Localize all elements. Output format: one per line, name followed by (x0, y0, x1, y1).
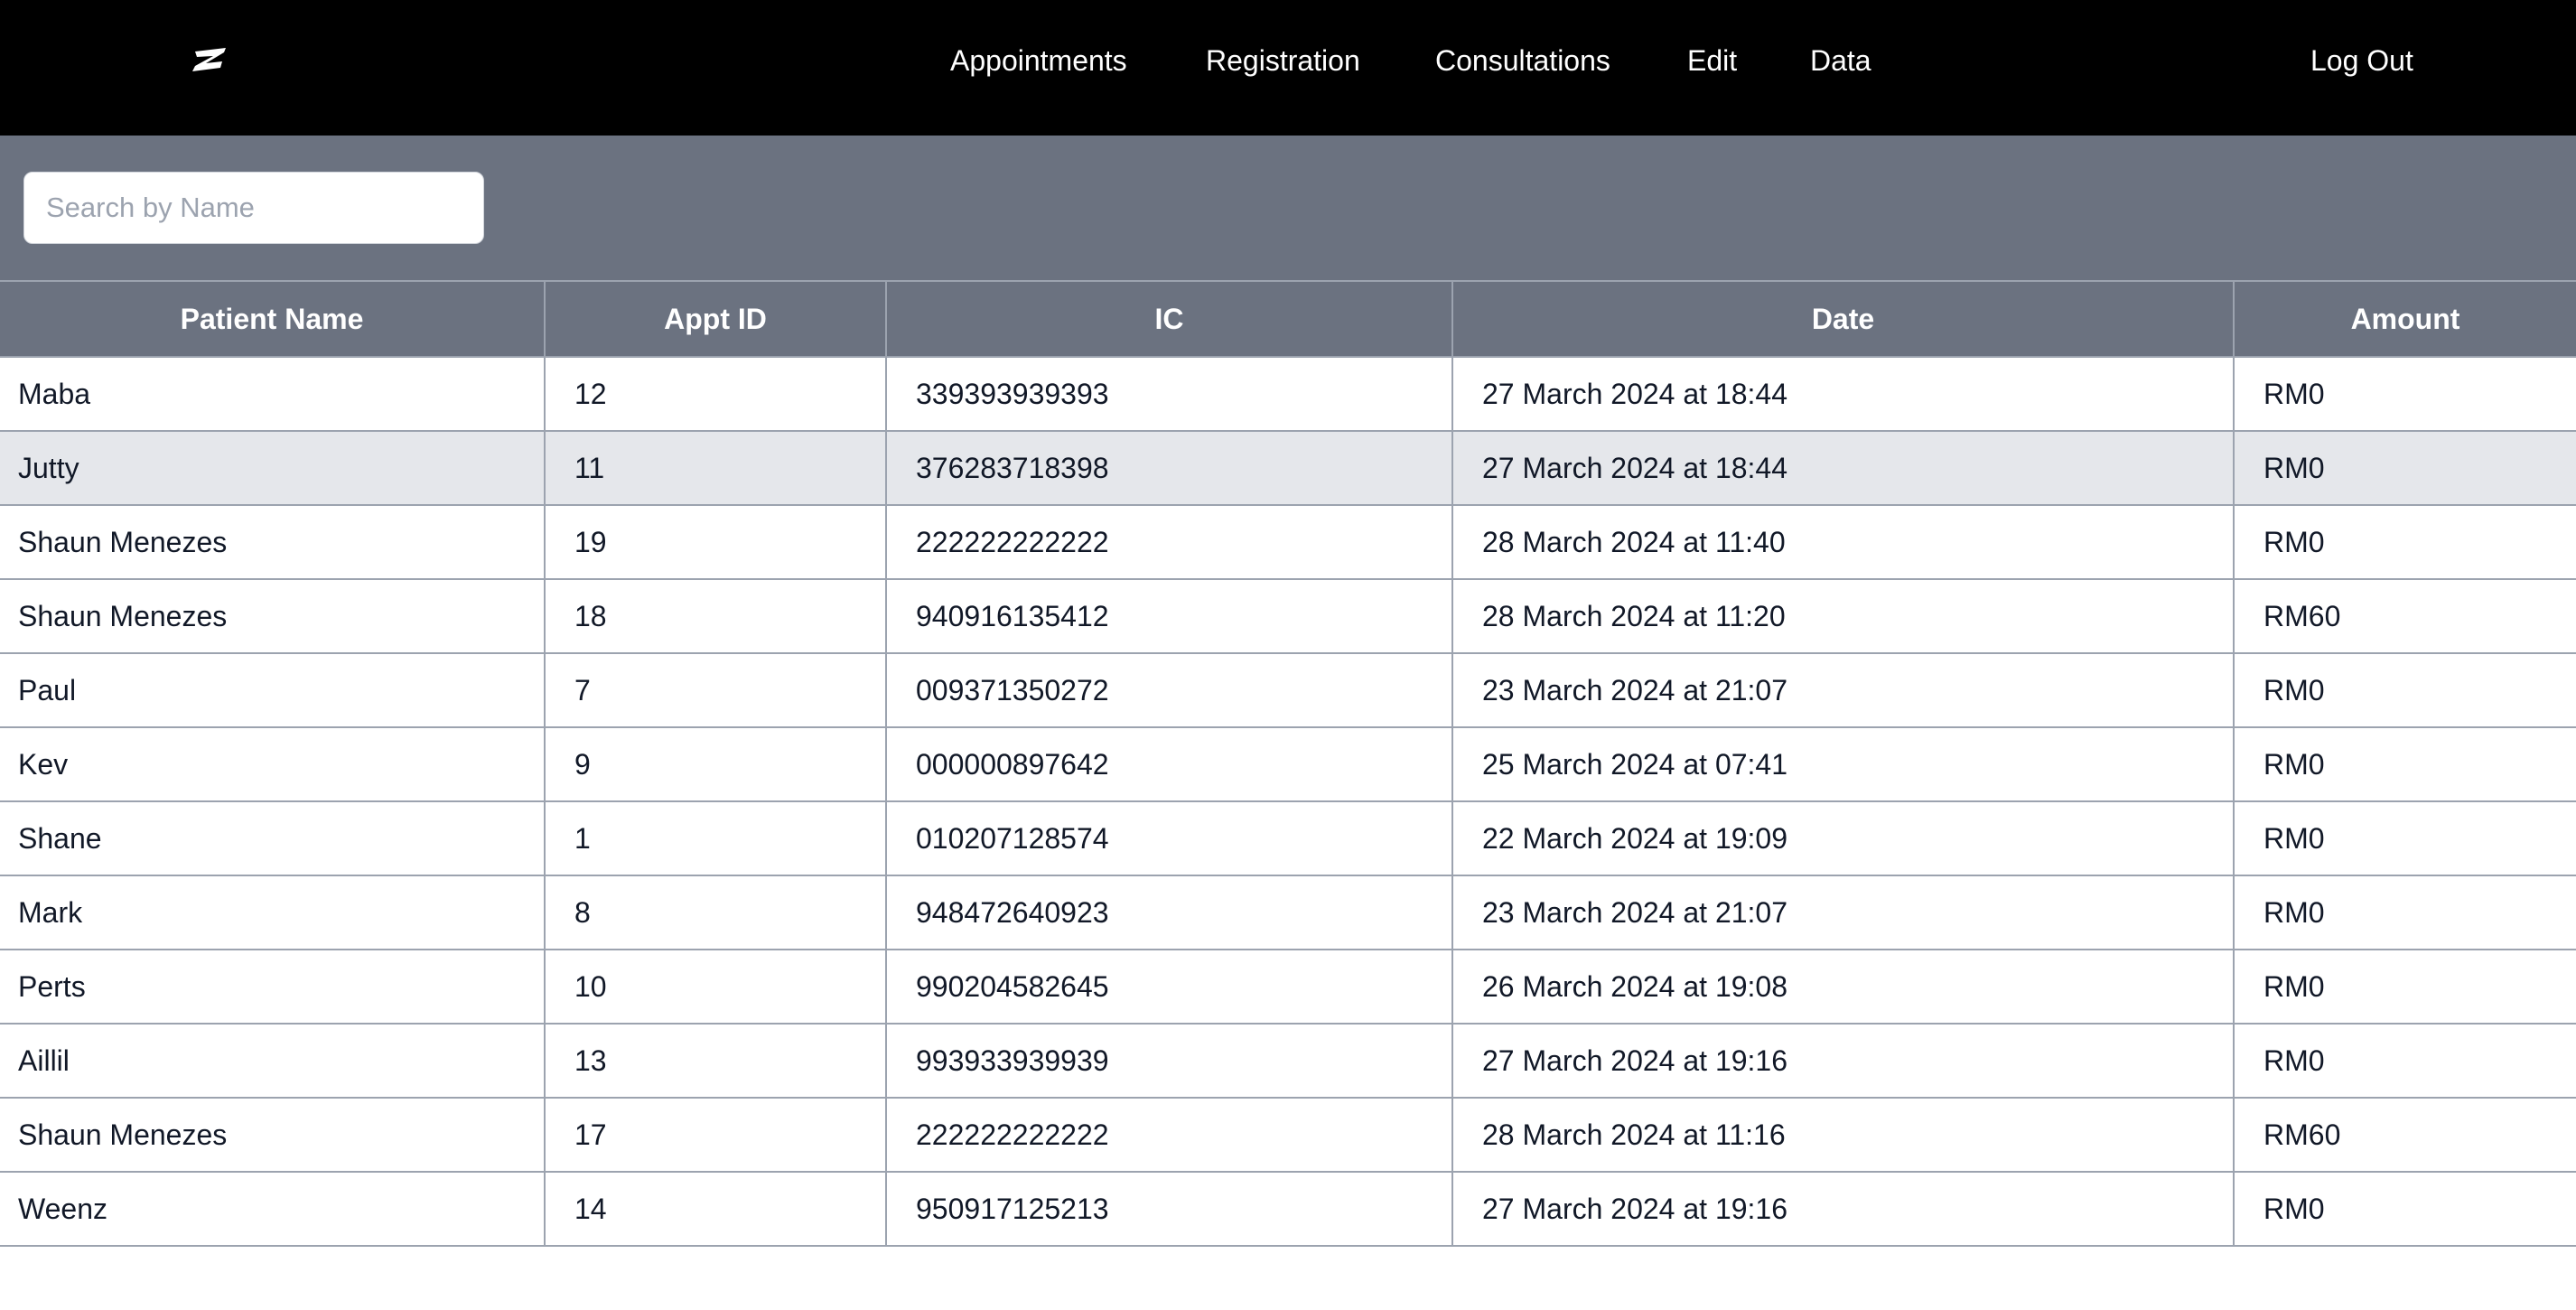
table-row[interactable]: Jutty 11 376283718398 27 March 2024 at 18:4… (0, 430, 2576, 506)
column-header-amount[interactable]: Amount (2233, 280, 2576, 358)
search-toolbar (0, 136, 2576, 280)
cell-date: 25 March 2024 at 07:41 (1451, 726, 2235, 802)
nav-link-registration[interactable]: Registration (1206, 0, 1360, 121)
column-header-date[interactable]: Date (1451, 280, 2235, 358)
cell-amount: RM0 (2233, 430, 2576, 506)
cell-ic: 990204582645 (885, 949, 1453, 1025)
cell-date: 27 March 2024 at 18:44 (1451, 356, 2235, 432)
column-header-patient-name[interactable]: Patient Name (0, 280, 546, 358)
logout-button[interactable]: Log Out (2310, 0, 2413, 121)
table-row[interactable]: Paul 7 009371350272 23 March 2024 at 21:07 R… (0, 652, 2576, 728)
cell-ic: 993933939939 (885, 1023, 1453, 1099)
cell-amount: RM60 (2233, 1097, 2576, 1173)
nav-link-consultations[interactable]: Consultations (1435, 0, 1610, 121)
column-header-ic[interactable]: IC (885, 280, 1453, 358)
cell-ic: 009371350272 (885, 652, 1453, 728)
cell-amount: RM0 (2233, 949, 2576, 1025)
cell-amount: RM0 (2233, 356, 2576, 432)
cell-date: 28 March 2024 at 11:20 (1451, 578, 2235, 654)
cell-appt-id: 12 (544, 356, 887, 432)
nav-link-edit[interactable]: Edit (1687, 0, 1737, 121)
cell-patient-name: Shaun Menezes (0, 504, 546, 580)
cell-amount: RM60 (2233, 578, 2576, 654)
table-row[interactable]: Weenz 14 950917125213 27 March 2024 at 19:1… (0, 1171, 2576, 1247)
cell-patient-name: Jutty (0, 430, 546, 506)
column-header-appt-id[interactable]: Appt ID (544, 280, 887, 358)
cell-ic: 940916135412 (885, 578, 1453, 654)
cell-date: 28 March 2024 at 11:16 (1451, 1097, 2235, 1173)
table-row[interactable]: Shane 1 010207128574 22 March 2024 at 19:09… (0, 800, 2576, 876)
cell-date: 26 March 2024 at 19:08 (1451, 949, 2235, 1025)
table-row[interactable]: Aillil 13 993933939939 27 March 2024 at 19:… (0, 1023, 2576, 1099)
cell-amount: RM0 (2233, 652, 2576, 728)
cell-patient-name: Kev (0, 726, 546, 802)
table-row[interactable]: Shaun Menezes 18 940916135412 28 March 2024… (0, 578, 2576, 654)
table-row[interactable]: Mark 8 948472640923 23 March 2024 at 21:07 R… (0, 875, 2576, 950)
cell-appt-id: 17 (544, 1097, 887, 1173)
table-row[interactable]: Kev 9 000000897642 25 March 2024 at 07:41 RM… (0, 726, 2576, 802)
nav-link-data[interactable]: Data (1810, 0, 1871, 121)
cell-patient-name: Perts (0, 949, 546, 1025)
cell-amount: RM0 (2233, 504, 2576, 580)
cell-patient-name: Shaun Menezes (0, 578, 546, 654)
table-row[interactable]: Maba 12 339393939393 27 March 2024 at 18:44… (0, 356, 2576, 432)
table-header: Patient Name Appt ID IC Date Amount (0, 280, 2576, 358)
cell-patient-name: Weenz (0, 1171, 546, 1247)
cell-appt-id: 11 (544, 430, 887, 506)
cell-amount: RM0 (2233, 875, 2576, 950)
cell-patient-name: Maba (0, 356, 546, 432)
cell-amount: RM0 (2233, 1023, 2576, 1099)
cell-amount: RM0 (2233, 800, 2576, 876)
cell-ic: 222222222222 (885, 1097, 1453, 1173)
cell-date: 28 March 2024 at 11:40 (1451, 504, 2235, 580)
cell-appt-id: 7 (544, 652, 887, 728)
cell-patient-name: Paul (0, 652, 546, 728)
table-body: Maba 12 339393939393 27 March 2024 at 18:44… (0, 356, 2576, 1247)
cell-ic: 222222222222 (885, 504, 1453, 580)
appointments-table: Patient Name Appt ID IC Date Amount Maba… (0, 280, 2576, 1247)
search-input[interactable] (23, 172, 484, 244)
cell-appt-id: 1 (544, 800, 887, 876)
cell-appt-id: 18 (544, 578, 887, 654)
cell-ic: 950917125213 (885, 1171, 1453, 1247)
cell-ic: 000000897642 (885, 726, 1453, 802)
cell-date: 27 March 2024 at 18:44 (1451, 430, 2235, 506)
cell-appt-id: 14 (544, 1171, 887, 1247)
cell-patient-name: Aillil (0, 1023, 546, 1099)
cell-date: 22 March 2024 at 19:09 (1451, 800, 2235, 876)
table-row[interactable]: Shaun Menezes 19 222222222222 28 March 2024… (0, 504, 2576, 580)
cell-date: 23 March 2024 at 21:07 (1451, 652, 2235, 728)
cell-amount: RM0 (2233, 726, 2576, 802)
cell-date: 23 March 2024 at 21:07 (1451, 875, 2235, 950)
cell-patient-name: Mark (0, 875, 546, 950)
cell-ic: 376283718398 (885, 430, 1453, 506)
table-row[interactable]: Shaun Menezes 17 222222222222 28 March 2024… (0, 1097, 2576, 1173)
top-navbar: Appointments Registration Consultations … (0, 0, 2576, 136)
cell-appt-id: 10 (544, 949, 887, 1025)
cell-ic: 010207128574 (885, 800, 1453, 876)
cell-ic: 339393939393 (885, 356, 1453, 432)
cell-ic: 948472640923 (885, 875, 1453, 950)
cell-appt-id: 13 (544, 1023, 887, 1099)
cell-amount: RM0 (2233, 1171, 2576, 1247)
cell-appt-id: 19 (544, 504, 887, 580)
cell-date: 27 March 2024 at 19:16 (1451, 1171, 2235, 1247)
cell-appt-id: 8 (544, 875, 887, 950)
cell-appt-id: 9 (544, 726, 887, 802)
table-header-row: Patient Name Appt ID IC Date Amount (0, 280, 2576, 358)
table-row[interactable]: Perts 10 990204582645 26 March 2024 at 19:0… (0, 949, 2576, 1025)
zen-logo-icon[interactable] (188, 43, 233, 76)
nav-link-appointments[interactable]: Appointments (950, 0, 1127, 121)
cell-patient-name: Shaun Menezes (0, 1097, 546, 1173)
cell-patient-name: Shane (0, 800, 546, 876)
cell-date: 27 March 2024 at 19:16 (1451, 1023, 2235, 1099)
